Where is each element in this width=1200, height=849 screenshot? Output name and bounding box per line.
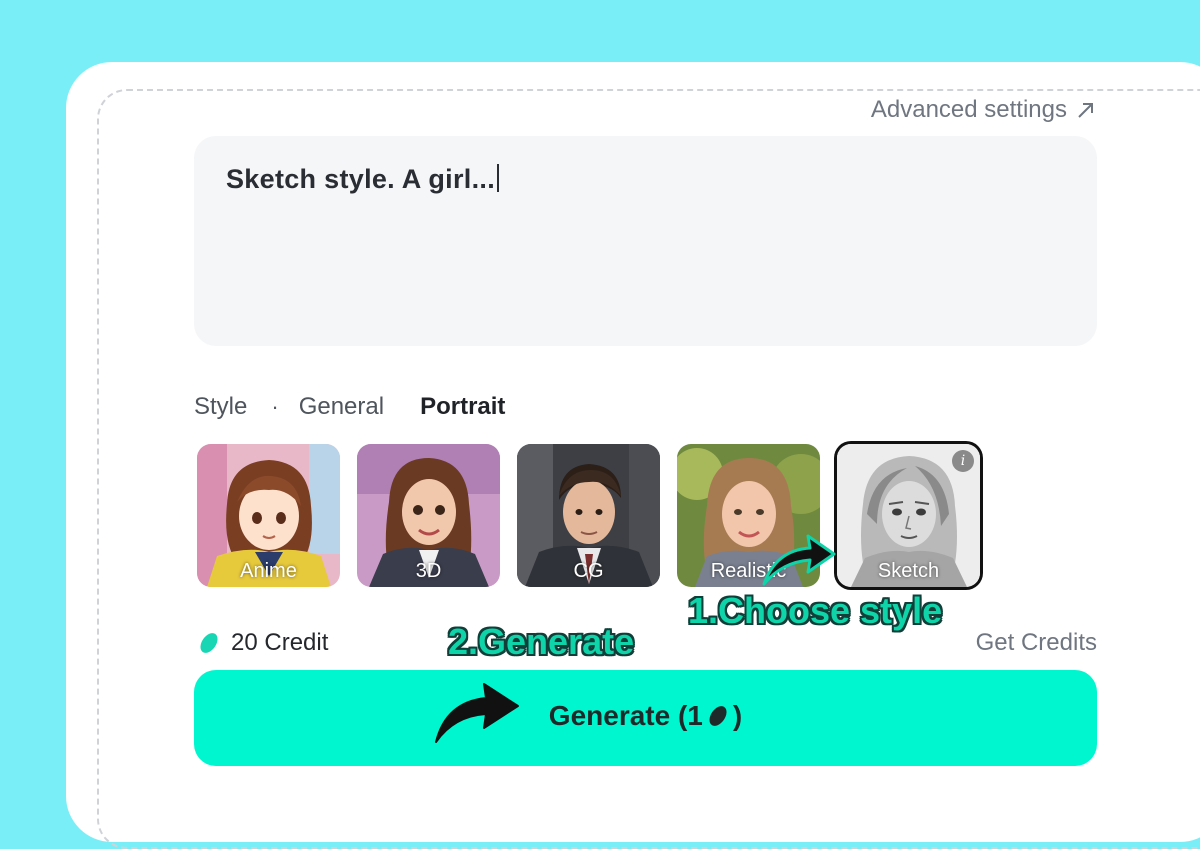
annotation-generate: 2.Generate — [448, 621, 635, 662]
curved-arrow-icon — [762, 534, 836, 586]
style-thumb-cg[interactable]: CG — [517, 444, 660, 587]
bean-icon — [709, 706, 727, 726]
credit-amount: 20 Credit — [231, 629, 329, 656]
annotation-choose-style: 1.Choose style — [688, 590, 943, 631]
curved-arrow-icon — [435, 683, 519, 743]
style-separator: · — [271, 394, 279, 419]
style-thumb-anime[interactable]: Anime — [197, 444, 340, 587]
generate-button[interactable]: Generate (1 ) — [194, 670, 1097, 766]
style-label: Style — [194, 393, 248, 420]
credit-balance: 20 Credit — [197, 629, 328, 657]
text-caret — [497, 164, 499, 192]
info-icon[interactable]: i — [952, 450, 974, 472]
style-thumb-label: CG — [573, 560, 604, 582]
advanced-settings-label: Advanced settings — [870, 96, 1067, 123]
style-thumb-label: 3D — [415, 560, 442, 582]
tab-general[interactable]: General — [299, 393, 384, 421]
tab-portrait[interactable]: Portrait — [420, 393, 505, 421]
style-tabs: Style · General Portrait — [194, 392, 505, 422]
arrow-up-right-icon — [1078, 103, 1093, 118]
style-thumb-label: Anime — [240, 560, 297, 582]
generate-button-label: Generate (1 — [548, 700, 703, 731]
advanced-settings-link[interactable]: Advanced settings — [871, 96, 1097, 124]
bean-icon — [200, 633, 218, 653]
style-thumb-sketch[interactable]: i Sketch — [837, 444, 980, 587]
style-thumb-3d[interactable]: 3D — [357, 444, 500, 587]
prompt-input[interactable]: Sketch style. A girl... — [194, 136, 1097, 346]
prompt-text: Sketch style. A girl... — [226, 164, 495, 194]
get-credits-link[interactable]: Get Credits — [976, 629, 1097, 657]
style-thumb-label: Sketch — [877, 560, 940, 582]
generate-button-close: ) — [732, 700, 743, 731]
